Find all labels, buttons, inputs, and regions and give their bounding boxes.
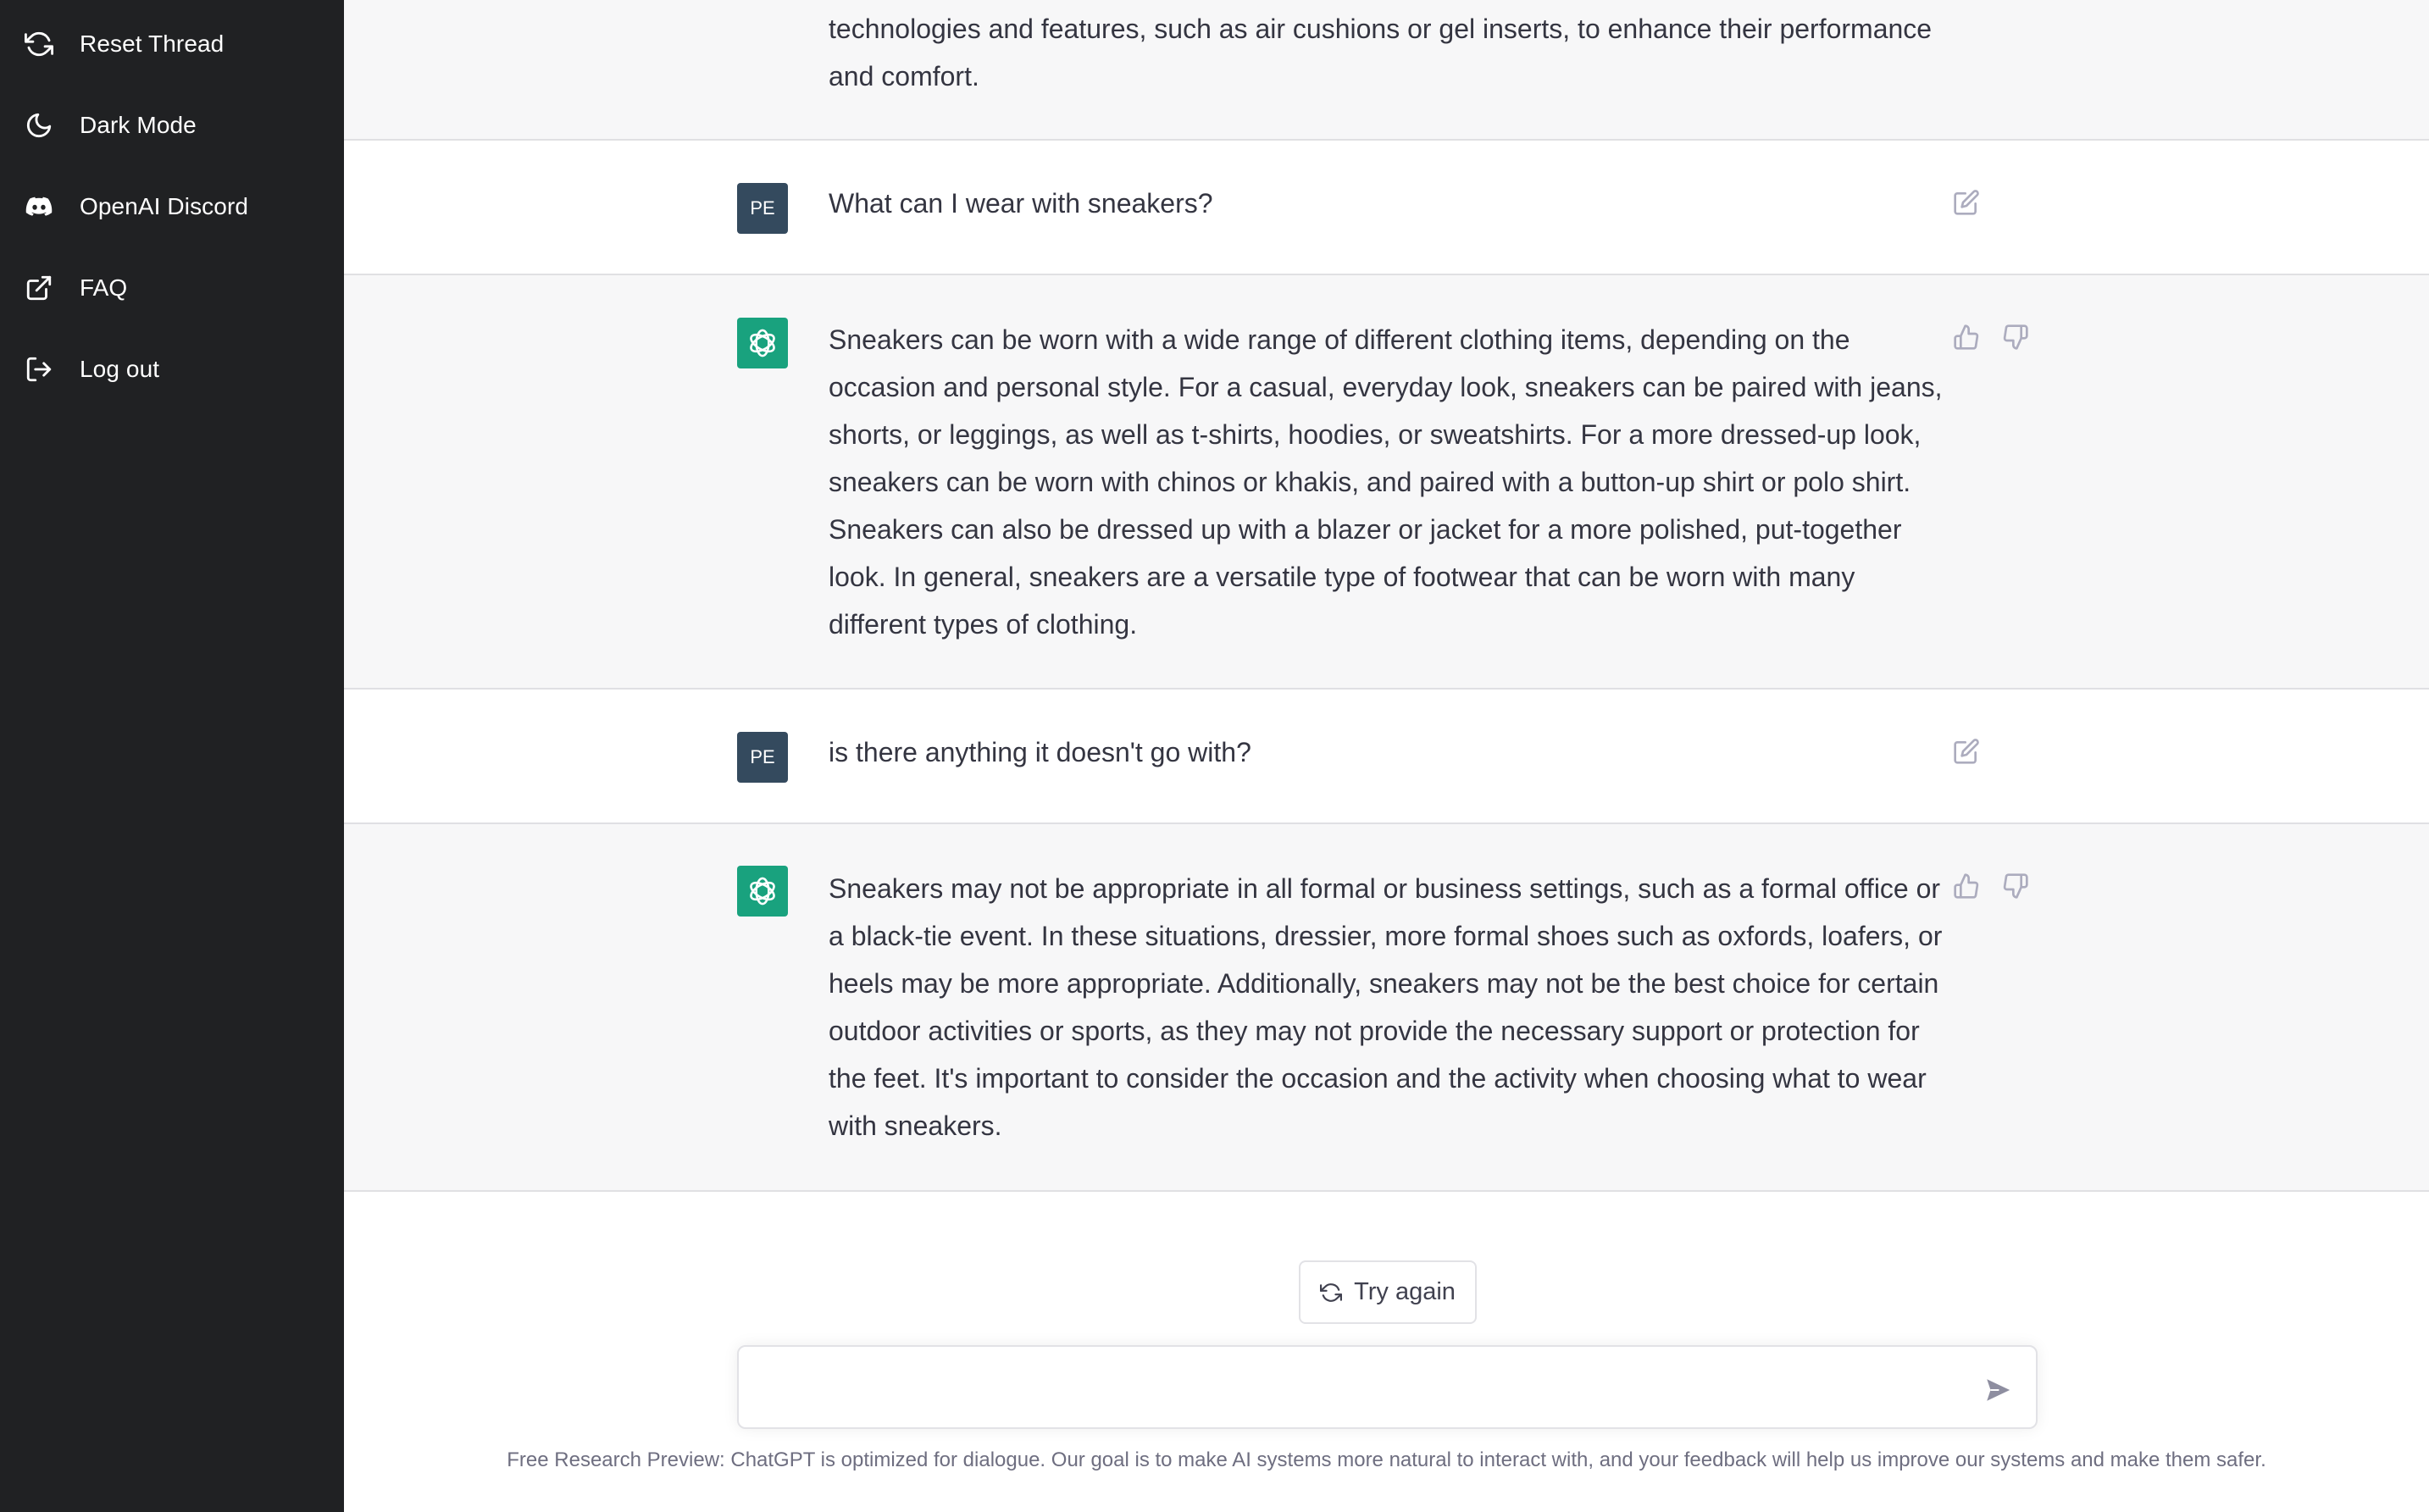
conversation-area: technologies and features, such as air c…: [344, 0, 2429, 1512]
assistant-message-row: Sneakers may not be appropriate in all f…: [344, 824, 2429, 1192]
thumbs-up-button[interactable]: [1952, 323, 1981, 352]
edit-message-button[interactable]: [1952, 188, 1981, 217]
external-link-icon: [24, 273, 54, 303]
assistant-avatar: [737, 866, 788, 917]
thumbs-down-icon: [2003, 324, 2028, 350]
openai-logo-icon: [750, 329, 775, 357]
message-composer: [737, 1345, 2038, 1429]
refresh-icon: [24, 29, 54, 59]
refresh-icon: [1320, 1282, 1343, 1302]
sidebar-item-reset-thread[interactable]: Reset Thread: [0, 10, 344, 78]
sidebar-item-label: Dark Mode: [80, 112, 197, 138]
openai-logo-icon: [750, 877, 775, 906]
assistant-message-text: Sneakers can be worn with a wide range o…: [829, 324, 1943, 640]
sidebar: Reset Thread Dark Mode OpenAI Discord FA…: [0, 0, 344, 1512]
footer-disclaimer: Free Research Preview: ChatGPT is optimi…: [507, 1448, 2266, 1471]
user-message-text: What can I wear with sneakers?: [829, 188, 1213, 219]
sidebar-item-label: FAQ: [80, 274, 128, 301]
send-button[interactable]: [1983, 1376, 2012, 1404]
try-again-label: Try again: [1354, 1278, 1456, 1305]
sidebar-item-openai-discord[interactable]: OpenAI Discord: [0, 173, 344, 241]
thumbs-down-icon: [2003, 873, 2028, 899]
assistant-message-text: technologies and features, such as air c…: [829, 14, 1933, 91]
sidebar-item-label: Log out: [80, 356, 160, 382]
thumbs-up-icon: [1954, 324, 1979, 350]
sidebar-item-label: OpenAI Discord: [80, 193, 249, 219]
sidebar-item-label: Reset Thread: [80, 30, 225, 57]
edit-message-button[interactable]: [1952, 737, 1981, 766]
sidebar-item-faq[interactable]: FAQ: [0, 254, 344, 322]
logout-icon: [24, 354, 54, 385]
user-avatar: PE: [737, 732, 788, 783]
user-message-row: PE What can I wear with sneakers?: [344, 141, 2429, 275]
moon-icon: [24, 110, 54, 141]
assistant-avatar: [737, 318, 788, 368]
edit-icon: [1954, 739, 1979, 764]
assistant-message-text: Sneakers may not be appropriate in all f…: [829, 873, 1943, 1141]
user-message-row: PE is there anything it doesn't go with?: [344, 690, 2429, 824]
assistant-message-row: technologies and features, such as air c…: [344, 0, 2429, 141]
sidebar-item-log-out[interactable]: Log out: [0, 335, 344, 403]
user-avatar: PE: [737, 183, 788, 234]
thumbs-up-button[interactable]: [1952, 872, 1981, 900]
discord-icon: [24, 191, 54, 222]
sidebar-item-dark-mode[interactable]: Dark Mode: [0, 91, 344, 159]
thumbs-up-icon: [1954, 873, 1979, 899]
assistant-message-row: Sneakers can be worn with a wide range o…: [344, 275, 2429, 690]
try-again-button[interactable]: Try again: [1299, 1260, 1477, 1324]
edit-icon: [1954, 190, 1979, 215]
user-message-text: is there anything it doesn't go with?: [829, 737, 1251, 767]
thumbs-down-button[interactable]: [2001, 323, 2030, 352]
thumbs-down-button[interactable]: [2001, 872, 2030, 900]
send-icon: [1987, 1379, 2010, 1401]
message-input[interactable]: [761, 1372, 1947, 1406]
